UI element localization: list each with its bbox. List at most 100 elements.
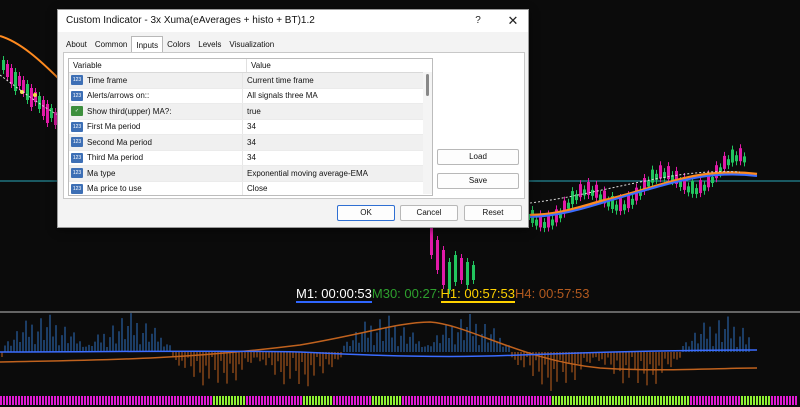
- signal-bar: [762, 396, 764, 405]
- signal-bar: [54, 396, 56, 405]
- signal-bar: [540, 396, 542, 405]
- help-button[interactable]: ?: [463, 10, 493, 32]
- table-row[interactable]: 123 Ma price to use Close: [69, 181, 432, 196]
- variable-name: Second Ma period: [87, 137, 152, 147]
- variable-value[interactable]: Current time frame: [243, 73, 314, 88]
- variable-value[interactable]: Close: [243, 182, 267, 196]
- signal-bar: [633, 396, 635, 405]
- signal-bar: [603, 396, 605, 405]
- signal-bar: [573, 396, 575, 405]
- signal-bar: [78, 396, 80, 405]
- signal-bar: [363, 396, 365, 405]
- signal-bar: [390, 396, 392, 405]
- signal-bar: [600, 396, 602, 405]
- signal-bar: [483, 396, 485, 405]
- signal-bar: [384, 396, 386, 405]
- load-button[interactable]: Load: [437, 149, 519, 165]
- signal-bar: [717, 396, 719, 405]
- signal-bar: [255, 396, 257, 405]
- signal-bar: [165, 396, 167, 405]
- signal-bar: [525, 396, 527, 405]
- signal-bar: [648, 396, 650, 405]
- signal-bar: [489, 396, 491, 405]
- variable-value[interactable]: All signals three MA: [243, 89, 318, 104]
- signal-bar: [222, 396, 224, 405]
- signal-bar: [282, 396, 284, 405]
- table-row[interactable]: 123 Time frame Current time frame: [69, 73, 432, 89]
- tab-levels[interactable]: Levels: [194, 38, 225, 52]
- variable-name: First Ma period: [87, 122, 141, 132]
- dialog-titlebar[interactable]: Custom Indicator - 3x Xuma(eAverages + h…: [58, 10, 528, 32]
- signal-bar: [243, 396, 245, 405]
- signal-bar: [510, 396, 512, 405]
- scrollbar-thumb[interactable]: [426, 74, 429, 96]
- tab-common[interactable]: Common: [91, 38, 131, 52]
- signal-bar: [774, 396, 776, 405]
- number-icon: 123: [71, 121, 83, 132]
- signal-bar: [750, 396, 752, 405]
- signal-bar: [708, 396, 710, 405]
- signal-bar: [132, 396, 134, 405]
- signal-bar: [723, 396, 725, 405]
- signal-bar: [387, 396, 389, 405]
- table-row[interactable]: 123 Second Ma period 34: [69, 135, 432, 151]
- signal-bar: [57, 396, 59, 405]
- signal-bar: [450, 396, 452, 405]
- signal-bar: [645, 396, 647, 405]
- header-value[interactable]: Value: [247, 59, 271, 72]
- table-row[interactable]: 123 First Ma period 34: [69, 119, 432, 135]
- signal-bar: [756, 396, 758, 405]
- tab-visualization[interactable]: Visualization: [225, 38, 278, 52]
- tab-inputs[interactable]: Inputs: [131, 36, 164, 53]
- signal-bar: [342, 396, 344, 405]
- signal-bar: [465, 396, 467, 405]
- signal-bar: [261, 396, 263, 405]
- signal-bar: [18, 396, 20, 405]
- table-row[interactable]: 123 Alerts/arrows on:: All signals three …: [69, 88, 432, 104]
- number-icon: 123: [71, 75, 83, 86]
- reset-button[interactable]: Reset: [464, 205, 522, 221]
- signal-bar: [618, 396, 620, 405]
- signal-bar: [480, 396, 482, 405]
- timer-h4: H4: 00:57:53: [515, 286, 590, 301]
- variable-name: Ma type: [87, 168, 116, 178]
- header-variable[interactable]: Variable: [69, 59, 247, 72]
- signal-bar: [147, 396, 149, 405]
- save-button[interactable]: Save: [437, 173, 519, 189]
- signal-bar: [456, 396, 458, 405]
- variable-value[interactable]: 34: [243, 120, 256, 135]
- variable-value[interactable]: 34: [243, 135, 256, 150]
- tab-colors[interactable]: Colors: [163, 38, 194, 52]
- signal-bar: [294, 396, 296, 405]
- signal-bar: [321, 396, 323, 405]
- table-row[interactable]: 123 Third Ma period 34: [69, 150, 432, 166]
- signal-bar: [579, 396, 581, 405]
- table-row[interactable]: ✓ Show third(upper) MA?: true: [69, 104, 432, 120]
- signal-bar: [705, 396, 707, 405]
- variable-value[interactable]: Exponential moving average-EMA: [243, 166, 368, 181]
- close-button[interactable]: ✕: [498, 10, 528, 32]
- signal-bar: [486, 396, 488, 405]
- signal-bar: [150, 396, 152, 405]
- signal-bar: [234, 396, 236, 405]
- signal-bar: [177, 396, 179, 405]
- signal-bar: [333, 396, 335, 405]
- signal-bar: [432, 396, 434, 405]
- signal-bar: [471, 396, 473, 405]
- signal-bar: [678, 396, 680, 405]
- signal-bar: [444, 396, 446, 405]
- tab-about[interactable]: About: [62, 38, 91, 52]
- cancel-button[interactable]: Cancel: [400, 205, 458, 221]
- variable-value[interactable]: 34: [243, 151, 256, 166]
- signal-bar: [498, 396, 500, 405]
- ok-button[interactable]: OK: [337, 205, 395, 221]
- variable-value[interactable]: true: [243, 104, 261, 119]
- signal-bar: [399, 396, 401, 405]
- table-scrollbar[interactable]: [423, 72, 432, 194]
- signal-bar: [624, 396, 626, 405]
- signal-bar: [180, 396, 182, 405]
- signal-bar: [51, 396, 53, 405]
- signal-bar: [312, 396, 314, 405]
- signal-bar: [60, 396, 62, 405]
- table-row[interactable]: 123 Ma type Exponential moving average-EM…: [69, 166, 432, 182]
